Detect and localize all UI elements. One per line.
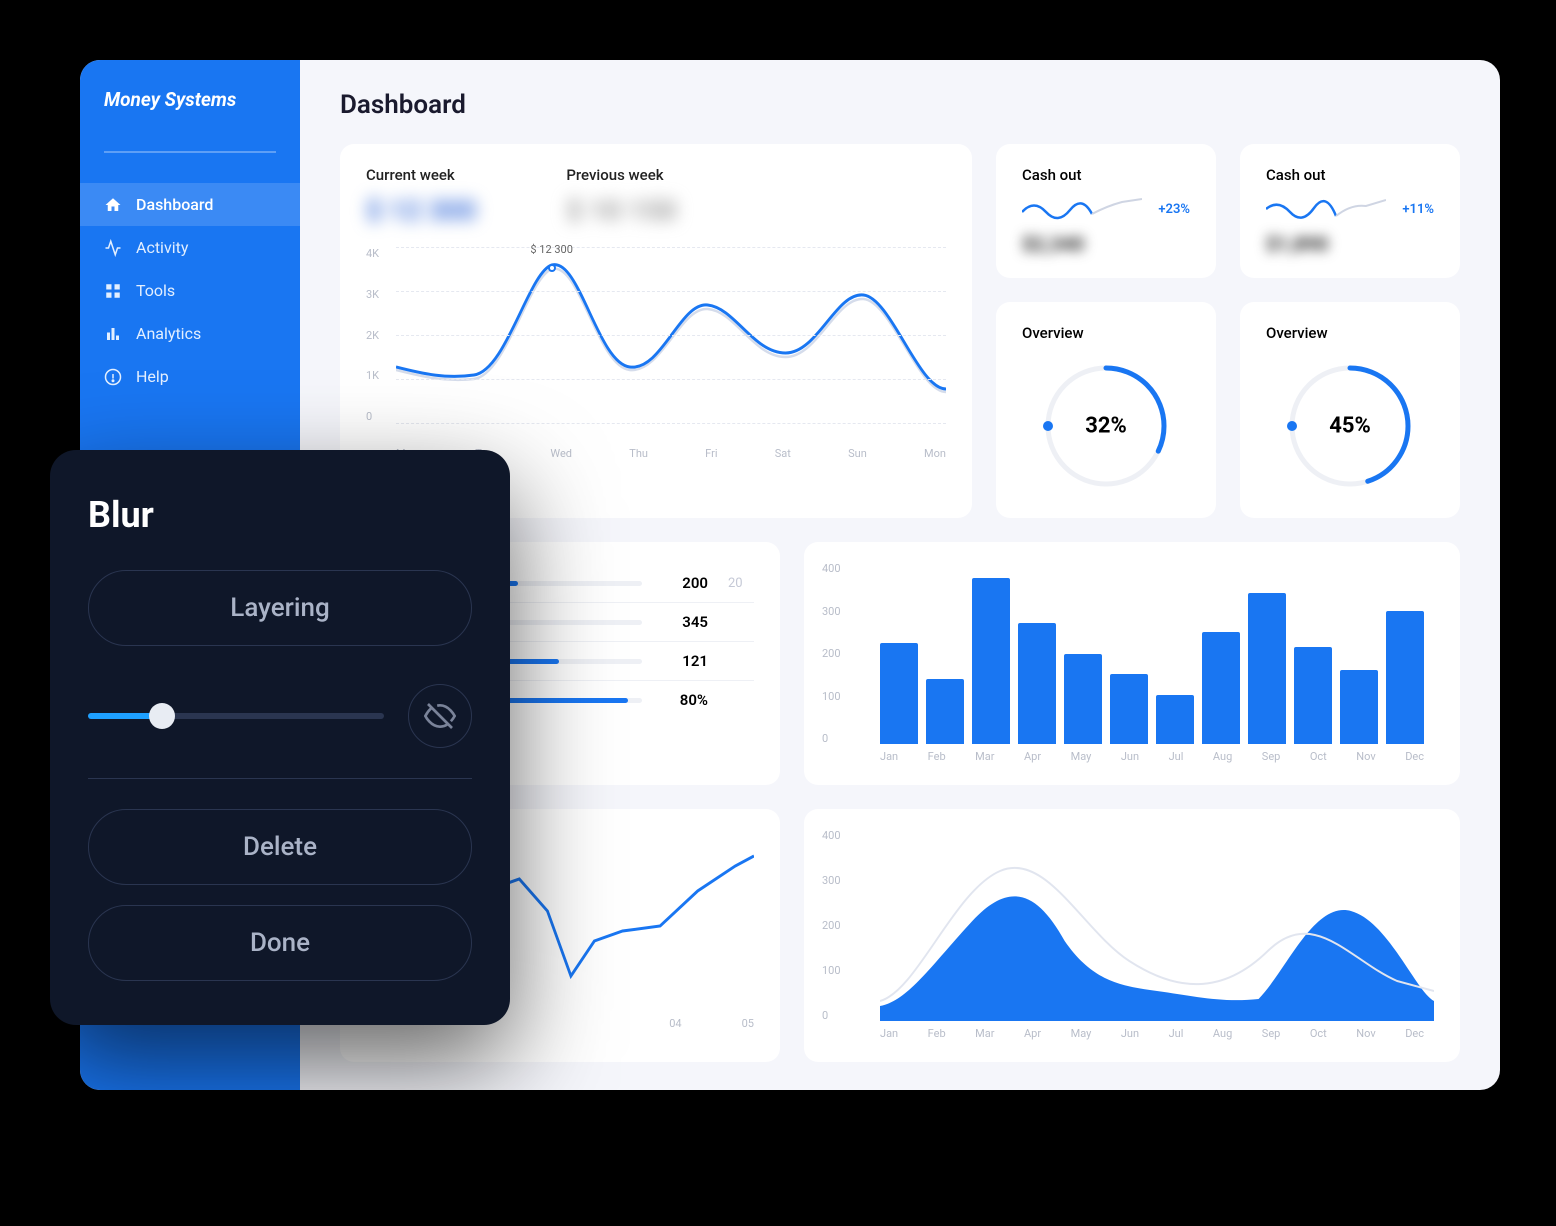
sidebar-item-help[interactable]: Help [80, 355, 300, 398]
overview-pct: 32% [1085, 414, 1127, 439]
chart-bar [1340, 670, 1378, 744]
chart-bar [1294, 647, 1332, 744]
visibility-toggle-button[interactable] [408, 684, 472, 748]
overview-card-2: Overview 45% [1240, 302, 1460, 518]
delete-button[interactable]: Delete [88, 809, 472, 885]
blur-slider[interactable] [88, 713, 384, 719]
monthly-area-chart-card: 400 300 200 100 0 JanFebMarAprMayJunJulA… [804, 809, 1460, 1062]
divider [88, 778, 472, 779]
previous-week-value: $ 10 150 [566, 194, 676, 227]
peak-dot [548, 264, 556, 272]
grid-icon [104, 282, 122, 300]
chart-bar [1248, 593, 1286, 744]
overview-title: Overview [1022, 324, 1190, 342]
sparkline-icon [1022, 194, 1142, 224]
help-icon [104, 368, 122, 386]
sidebar-item-dashboard[interactable]: Dashboard [80, 183, 300, 226]
chart-bar [880, 643, 918, 744]
chart-bar [1386, 611, 1424, 744]
activity-icon [104, 239, 122, 257]
eye-off-icon [424, 700, 456, 732]
sidebar-item-activity[interactable]: Activity [80, 226, 300, 269]
cashout-title: Cash out [1022, 166, 1190, 184]
overview-card-1: Overview 32% [996, 302, 1216, 518]
progress-ring: 45% [1280, 356, 1420, 496]
chart-bar [926, 679, 964, 744]
sidebar-item-label: Tools [136, 281, 175, 300]
weekly-line-chart: 4K 3K 2K 1K 0 [366, 247, 946, 447]
blur-tool-panel: Blur Layering Delete Done [50, 450, 510, 1025]
cashout-card-1: Cash out +23% $2,340 [996, 144, 1216, 278]
overview-title: Overview [1266, 324, 1434, 342]
current-week-label: Current week [366, 166, 476, 184]
bar-chart-icon [104, 325, 122, 343]
chart-bar [1202, 632, 1240, 745]
area-chart [880, 831, 1434, 1021]
layering-button[interactable]: Layering [88, 570, 472, 646]
previous-week-label: Previous week [566, 166, 676, 184]
peak-annotation: $ 12 300 [530, 243, 573, 256]
done-button[interactable]: Done [88, 905, 472, 981]
cashout-pct: +23% [1158, 202, 1190, 217]
cashout-amount: $2,340 [1022, 232, 1190, 256]
current-week-value: $ 12 300 [366, 194, 476, 227]
chart-bar [1156, 695, 1194, 745]
blur-panel-title: Blur [88, 494, 472, 536]
sidebar-item-tools[interactable]: Tools [80, 269, 300, 312]
chart-bar [1064, 654, 1102, 744]
page-title: Dashboard [340, 90, 1460, 120]
chart-bar [1110, 674, 1148, 744]
cashout-pct: +11% [1402, 202, 1434, 217]
overview-pct: 45% [1329, 414, 1371, 439]
sidebar-item-analytics[interactable]: Analytics [80, 312, 300, 355]
sparkline-icon [1266, 194, 1386, 224]
slider-thumb[interactable] [149, 703, 175, 729]
cashout-title: Cash out [1266, 166, 1434, 184]
brand-logo: Money Systems [104, 88, 276, 153]
sidebar-item-label: Analytics [136, 324, 201, 343]
sidebar-item-label: Dashboard [136, 195, 213, 214]
bar-chart [830, 564, 1434, 744]
chart-bar [1018, 623, 1056, 745]
sidebar-item-label: Activity [136, 238, 188, 257]
monthly-bar-chart-card: 400 300 200 100 0 JanFebMarAprMayJunJulA… [804, 542, 1460, 785]
sidebar-item-label: Help [136, 367, 169, 386]
cashout-amount: $1,890 [1266, 232, 1434, 256]
progress-ring: 32% [1036, 356, 1176, 496]
chart-bar [972, 578, 1010, 745]
home-icon [104, 196, 122, 214]
cashout-card-2: Cash out +11% $1,890 [1240, 144, 1460, 278]
